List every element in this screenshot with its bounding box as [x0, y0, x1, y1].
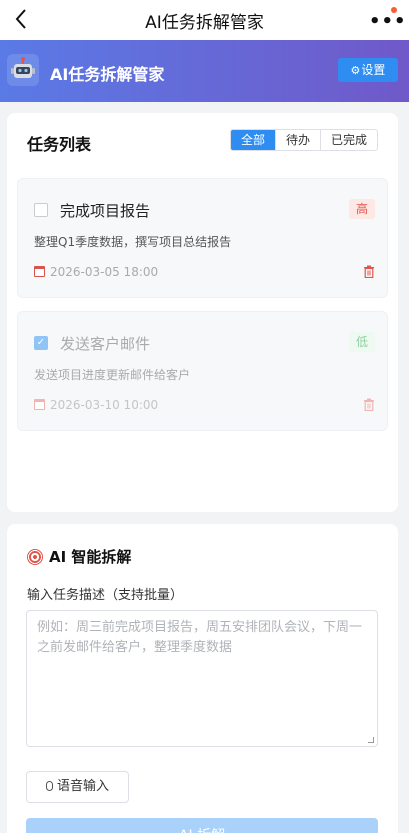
settings-button[interactable]: ⚙设置 — [338, 58, 398, 82]
task-title: 完成项目报告 — [60, 202, 151, 220]
settings-label: 设置 — [361, 63, 386, 77]
task-filter-tabs: 全部 待办 已完成 — [229, 129, 378, 151]
app-title: AI任务拆解管家 — [50, 65, 165, 84]
task-due-date: 2026-03-05 18:00 — [34, 265, 158, 279]
ai-breakdown-card: AI 智能拆解 输入任务描述（支持批量） 例如：周三前完成项目报告，周五安排团队… — [7, 524, 398, 833]
calendar-icon — [34, 266, 45, 277]
more-menu-button[interactable]: ••• — [369, 7, 406, 31]
filter-all[interactable]: 全部 — [230, 130, 275, 150]
ai-title-text: AI 智能拆解 — [49, 548, 132, 566]
task-checkbox[interactable] — [34, 203, 48, 217]
task-due-date: 2026-03-10 10:00 — [34, 398, 158, 412]
task-input-placeholder: 例如：周三前完成项目报告，周五安排团队会议，下周一之前发邮件给客户，整理季度数据 — [37, 620, 363, 655]
priority-badge: 低 — [348, 332, 375, 352]
task-input-label: 输入任务描述（支持批量） — [27, 588, 184, 603]
filter-completed[interactable]: 已完成 — [319, 130, 377, 150]
ai-breakdown-button[interactable]: AI 拆解 — [26, 818, 378, 833]
calendar-icon — [34, 399, 45, 410]
filter-pending[interactable]: 待办 — [274, 130, 320, 150]
voice-input-button[interactable]: 语音输入 — [26, 771, 129, 803]
task-checkbox[interactable]: ✓ — [34, 336, 48, 350]
microphone-icon — [45, 781, 53, 791]
task-date-text: 2026-03-05 18:00 — [50, 265, 159, 279]
more-icon: ••• — [369, 11, 407, 32]
resize-handle-icon[interactable] — [368, 737, 374, 743]
task-description-input[interactable]: 例如：周三前完成项目报告，周五安排团队会议，下周一之前发邮件给客户，整理季度数据 — [26, 610, 378, 747]
nav-title: AI任务拆解管家 — [145, 13, 264, 33]
task-title: 发送客户邮件 — [60, 335, 151, 353]
app-header: AI任务拆解管家 ⚙设置 — [0, 40, 409, 102]
task-list-title: 任务列表 — [27, 135, 92, 154]
task-description: 发送项目进度更新邮件给客户 — [34, 368, 191, 382]
task-list-card: 任务列表 全部 待办 已完成 完成项目报告 高 整理Q1季度数据，撰写项目总结报… — [7, 113, 398, 512]
delete-icon[interactable] — [363, 265, 375, 278]
task-item[interactable]: 完成项目报告 高 整理Q1季度数据，撰写项目总结报告 2026-03-05 18… — [17, 178, 388, 298]
task-item[interactable]: ✓ 发送客户邮件 低 发送项目进度更新邮件给客户 2026-03-10 10:0… — [17, 311, 388, 431]
top-navigation-bar: AI任务拆解管家 ••• — [0, 0, 409, 40]
ai-section-title: AI 智能拆解 — [27, 546, 131, 567]
gear-icon: ⚙ — [350, 64, 361, 77]
target-icon — [27, 549, 43, 565]
priority-badge: 高 — [348, 199, 375, 219]
robot-icon — [7, 54, 39, 86]
task-description: 整理Q1季度数据，撰写项目总结报告 — [34, 235, 232, 249]
voice-input-label: 语音输入 — [56, 779, 109, 794]
notification-dot — [391, 7, 397, 13]
task-date-text: 2026-03-10 10:00 — [50, 398, 159, 412]
delete-icon[interactable] — [363, 398, 375, 411]
